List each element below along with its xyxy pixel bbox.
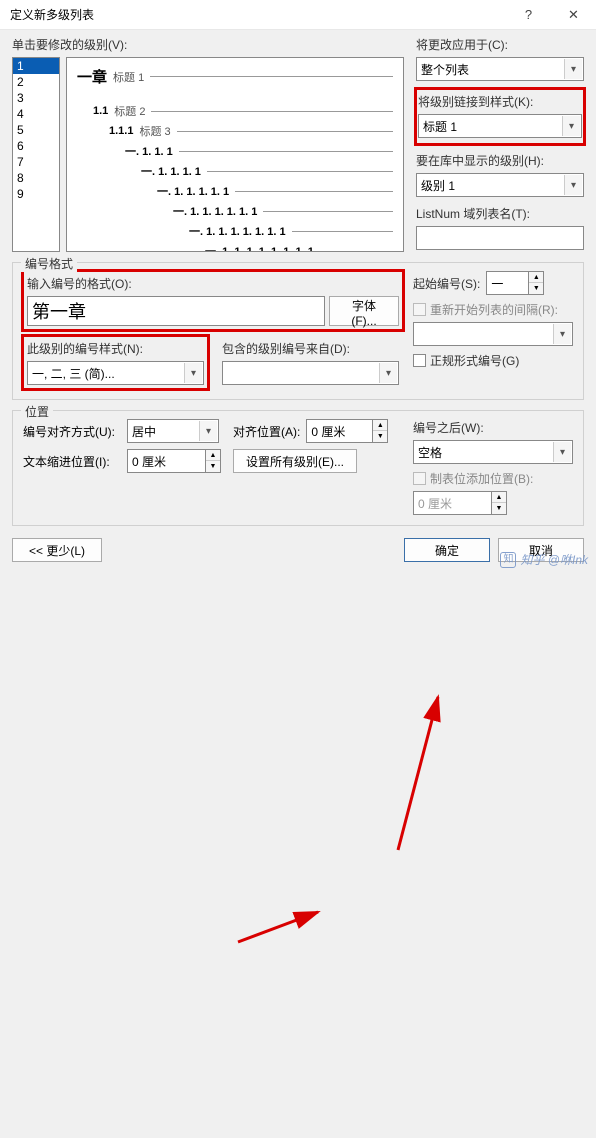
- click-level-label: 单击要修改的级别(V):: [12, 36, 404, 53]
- include-from-select[interactable]: ▾: [222, 361, 399, 385]
- level-item-7[interactable]: 7: [13, 154, 59, 170]
- level-item-2[interactable]: 2: [13, 74, 59, 90]
- window-title: 定义新多级列表: [10, 6, 506, 23]
- preview-pane: 一章标题 1 1.1标题 2 1.1.1标题 3 一. 1. 1. 1 一. 1…: [66, 57, 404, 252]
- close-button[interactable]: ✕: [551, 0, 596, 30]
- help-button[interactable]: ?: [506, 0, 551, 30]
- less-button[interactable]: << 更少(L): [12, 538, 102, 562]
- level-item-1[interactable]: 1: [13, 58, 59, 74]
- watermark: 知知乎 @咻Ink: [500, 551, 588, 568]
- listnum-input[interactable]: [416, 226, 584, 250]
- annotation-arrows: [0, 562, 596, 1138]
- number-style-label: 此级别的编号样式(N):: [27, 340, 204, 357]
- position-group: 位置 编号对齐方式(U): ▾ 对齐位置(A): ▲▼ 文本缩进位置(I):: [12, 410, 584, 526]
- follow-select[interactable]: ▾: [413, 440, 573, 464]
- link-style-select[interactable]: ▾: [418, 114, 582, 138]
- gallery-label: 要在库中显示的级别(H):: [416, 152, 584, 169]
- apply-to-select[interactable]: ▾: [416, 57, 584, 81]
- follow-label: 编号之后(W):: [413, 419, 573, 436]
- start-at-input[interactable]: [486, 271, 528, 295]
- level-item-9[interactable]: 9: [13, 186, 59, 202]
- title-bar: 定义新多级列表 ? ✕: [0, 0, 596, 30]
- listnum-label: ListNum 域列表名(T):: [416, 205, 584, 222]
- align-at-label: 对齐位置(A):: [233, 423, 300, 440]
- indent-input[interactable]: [127, 449, 205, 473]
- number-format-group: 编号格式 输入编号的格式(O): 字体(F)... 此级别的编号样式(N): ▾: [12, 262, 584, 400]
- level-item-5[interactable]: 5: [13, 122, 59, 138]
- level-item-3[interactable]: 3: [13, 90, 59, 106]
- start-at-spinner[interactable]: ▲▼: [528, 271, 544, 295]
- tabstop-input: [413, 491, 491, 515]
- tabstop-spinner: ▲▼: [491, 491, 507, 515]
- restart-after-select[interactable]: ▾: [413, 322, 573, 346]
- gallery-select[interactable]: ▾: [416, 173, 584, 197]
- align-select[interactable]: ▾: [127, 419, 219, 443]
- enter-format-label: 输入编号的格式(O):: [27, 275, 399, 292]
- restart-list-checkbox: 重新开始列表的间隔(R):: [413, 301, 573, 318]
- indent-spinner[interactable]: ▲▼: [205, 449, 221, 473]
- number-style-select[interactable]: ▾: [27, 361, 204, 385]
- level-item-6[interactable]: 6: [13, 138, 59, 154]
- link-style-label: 将级别链接到样式(K):: [418, 93, 582, 110]
- tabstop-checkbox: 制表位添加位置(B):: [413, 470, 573, 487]
- level-listbox[interactable]: 1 2 3 4 5 6 7 8 9: [12, 57, 60, 252]
- ok-button[interactable]: 确定: [404, 538, 490, 562]
- level-item-4[interactable]: 4: [13, 106, 59, 122]
- align-label: 编号对齐方式(U):: [23, 423, 121, 440]
- set-all-levels-button[interactable]: 设置所有级别(E)...: [233, 449, 357, 473]
- font-button[interactable]: 字体(F)...: [329, 296, 399, 326]
- apply-to-label: 将更改应用于(C):: [416, 36, 584, 53]
- align-at-spinner[interactable]: ▲▼: [372, 419, 388, 443]
- number-format-input[interactable]: [27, 296, 325, 326]
- include-from-label: 包含的级别编号来自(D):: [222, 340, 399, 357]
- legal-format-checkbox[interactable]: 正规形式编号(G): [413, 352, 573, 369]
- start-at-label: 起始编号(S):: [413, 275, 480, 292]
- indent-label: 文本缩进位置(I):: [23, 453, 121, 470]
- align-at-input[interactable]: [306, 419, 372, 443]
- level-item-8[interactable]: 8: [13, 170, 59, 186]
